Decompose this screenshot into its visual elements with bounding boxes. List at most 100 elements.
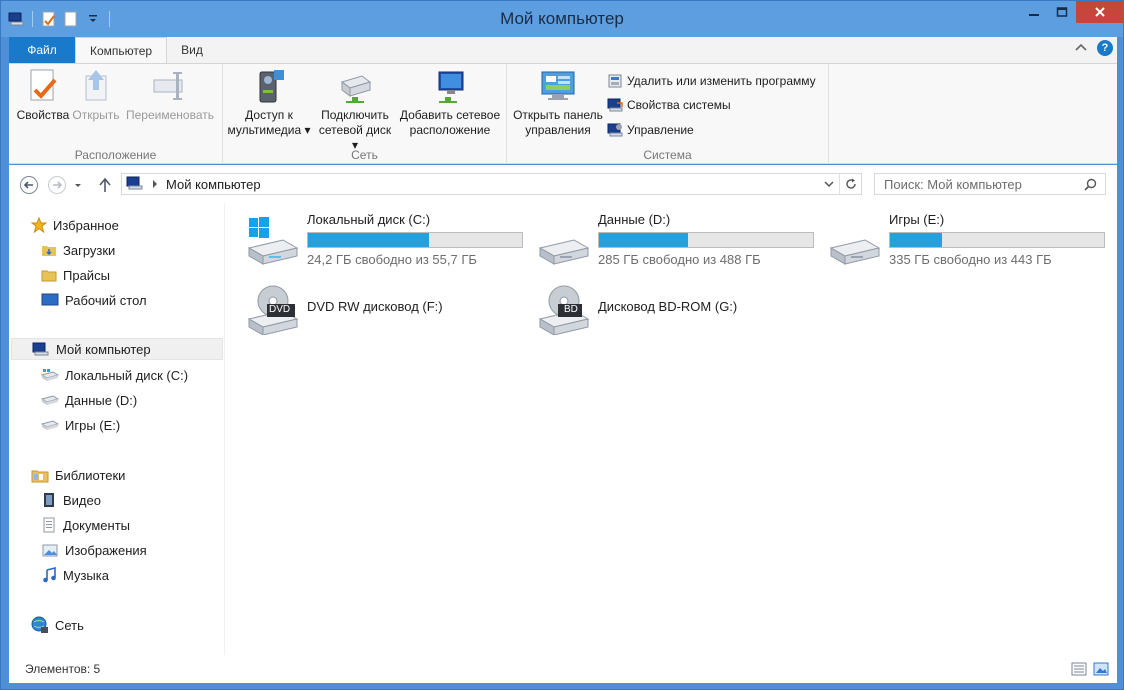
drive-tile-d[interactable]: Данные (D:) 285 ГБ свободно из 488 ГБ <box>538 212 816 272</box>
open-button[interactable]: Открыть <box>71 68 121 123</box>
minimize-button[interactable] <box>1020 1 1048 23</box>
open-label: Открыть <box>72 108 120 122</box>
add-location-label-1: Добавить сетевое <box>399 108 501 122</box>
open-control-panel-button[interactable]: Открыть панель управления <box>511 68 605 138</box>
media-access-button[interactable]: Доступ к мультимедиа ▾ <box>227 68 311 138</box>
computer-icon[interactable] <box>7 10 25 28</box>
manage-label: Управление <box>627 123 694 137</box>
large-icons-view-icon[interactable] <box>1093 661 1109 680</box>
properties-icon <box>25 68 61 104</box>
drive-tile-f[interactable]: DVD DVD RW дисковод (F:) <box>247 281 525 341</box>
tab-computer[interactable]: Компьютер <box>75 37 168 63</box>
new-folder-icon[interactable] <box>62 10 80 28</box>
bd-badge: BD <box>564 304 578 315</box>
documents-icon <box>43 517 55 533</box>
recent-locations-button[interactable] <box>71 175 85 195</box>
nav-item-downloads[interactable]: Загрузки <box>41 239 115 261</box>
nav-item-network[interactable]: Сеть <box>31 614 84 636</box>
toolbar-divider <box>32 11 33 27</box>
nav-label: Прайсы <box>63 267 110 283</box>
manage-icon <box>607 123 623 137</box>
libraries-icon <box>31 470 49 483</box>
refresh-button[interactable] <box>839 174 861 194</box>
drive-name: Игры (E:) <box>889 212 945 227</box>
nav-item-drive-e[interactable]: Игры (E:) <box>41 414 120 436</box>
properties-button[interactable]: Свойства <box>15 68 71 123</box>
nav-item-libraries[interactable]: Библиотеки <box>31 464 125 486</box>
tab-file[interactable]: Файл <box>9 37 75 63</box>
breadcrumb-separator-icon[interactable] <box>152 177 158 191</box>
up-button[interactable] <box>95 175 115 195</box>
nav-item-prices[interactable]: Прайсы <box>41 264 110 286</box>
view-switcher <box>1071 661 1109 680</box>
help-icon[interactable]: ? <box>1097 40 1113 56</box>
nav-item-computer[interactable]: Мой компьютер <box>11 338 223 360</box>
nav-label: Библиотеки <box>55 467 126 483</box>
content-area: Избранное Загрузки Прайсы Рабочий стол М… <box>9 203 1117 655</box>
group-label-location: Расположение <box>74 148 157 162</box>
nav-label: Изображения <box>65 542 147 558</box>
nav-item-favorites[interactable]: Избранное <box>31 214 119 236</box>
computer-icon <box>126 175 144 194</box>
collapse-ribbon-icon[interactable] <box>1075 41 1087 55</box>
open-icon <box>78 68 114 104</box>
navigation-pane: Избранное Загрузки Прайсы Рабочий стол М… <box>9 203 225 655</box>
ribbon-group-location: Свойства Открыть Переименовать Расположе… <box>9 64 223 164</box>
control-panel-icon <box>540 68 576 104</box>
nav-label: Рабочий стол <box>65 292 147 308</box>
uninstall-label: Удалить или изменить программу <box>627 74 816 88</box>
ribbon: Свойства Открыть Переименовать Расположе… <box>9 63 1117 164</box>
title-bar[interactable]: Мой компьютер <box>1 1 1123 37</box>
desktop-icon <box>41 293 59 306</box>
control-panel-label-1: Открыть панель <box>513 108 603 122</box>
ribbon-tab-strip: Файл Компьютер Вид ? <box>9 37 1117 63</box>
tab-view[interactable]: Вид <box>167 37 217 63</box>
forward-arrow-icon <box>48 176 66 194</box>
address-bar[interactable]: Мой компьютер <box>121 173 862 195</box>
nav-label: Избранное <box>53 217 119 233</box>
nav-label: Локальный диск (C:) <box>65 367 189 383</box>
system-properties-icon <box>607 98 623 112</box>
forward-button[interactable] <box>47 175 67 195</box>
manage-button[interactable]: Управление <box>607 121 694 139</box>
rename-button[interactable]: Переименовать <box>125 68 215 123</box>
nav-item-documents[interactable]: Документы <box>41 514 130 536</box>
toolbar-divider <box>109 11 110 27</box>
system-properties-button[interactable]: Свойства системы <box>607 96 731 114</box>
refresh-icon <box>845 178 856 189</box>
properties-icon[interactable] <box>40 10 58 28</box>
drive-name: Дисковод BD-ROM (G:) <box>598 299 738 314</box>
maximize-button[interactable] <box>1048 1 1076 23</box>
back-button[interactable] <box>19 175 39 195</box>
uninstall-program-button[interactable]: Удалить или изменить программу <box>607 72 816 90</box>
nav-label: Игры (E:) <box>65 417 121 433</box>
search-input[interactable]: Поиск: Мой компьютер <box>874 173 1106 195</box>
nav-item-video[interactable]: Видео <box>41 489 101 511</box>
drive-name: Данные (D:) <box>598 212 671 227</box>
search-icon[interactable] <box>1084 178 1097 194</box>
nav-item-drive-d[interactable]: Данные (D:) <box>41 389 137 411</box>
nav-item-desktop[interactable]: Рабочий стол <box>41 289 147 311</box>
status-bar: Элементов: 5 <box>9 655 1117 683</box>
nav-item-music[interactable]: Музыка <box>41 564 109 586</box>
customize-dropdown-icon[interactable] <box>84 10 102 28</box>
drive-tile-g[interactable]: BD Дисковод BD-ROM (G:) <box>538 281 816 341</box>
drive-tile-e[interactable]: Игры (E:) 335 ГБ свободно из 443 ГБ <box>829 212 1107 272</box>
media-server-icon <box>251 68 287 104</box>
nav-item-images[interactable]: Изображения <box>41 539 147 561</box>
add-network-location-button[interactable]: Добавить сетевое расположение <box>399 68 501 138</box>
map-network-drive-button[interactable]: Подключить сетевой диск ▾ <box>315 68 395 153</box>
address-history-dropdown-icon[interactable] <box>823 177 835 194</box>
system-properties-label: Свойства системы <box>627 98 731 112</box>
search-placeholder: Поиск: Мой компьютер <box>884 176 1022 192</box>
properties-label: Свойства <box>16 108 70 122</box>
dvd-badge: DVD <box>269 304 291 315</box>
nav-item-drive-c[interactable]: Локальный диск (C:) <box>41 364 188 386</box>
close-button[interactable] <box>1076 1 1123 23</box>
nav-label: Видео <box>63 492 101 508</box>
star-icon <box>31 217 47 233</box>
drive-tile-c[interactable]: Локальный диск (C:) 24,2 ГБ свободно из … <box>247 212 525 272</box>
details-view-icon[interactable] <box>1071 661 1087 680</box>
drive-usage-fill <box>308 233 430 247</box>
breadcrumb-computer[interactable]: Мой компьютер <box>166 177 261 192</box>
